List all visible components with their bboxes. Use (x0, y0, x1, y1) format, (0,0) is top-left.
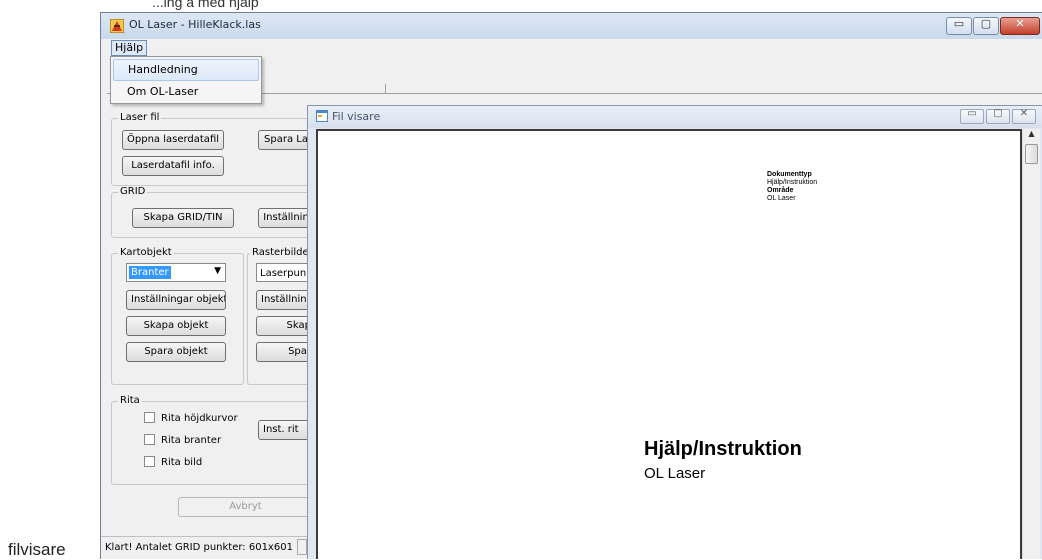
document-title: Hjälp/Instruktion (644, 438, 802, 460)
checkbox-rita-hojdkurvor[interactable]: Rita höjdkurvor (144, 412, 238, 425)
viewer-document-page[interactable]: Dokumenttyp Hjälp/Instruktion Område OL … (318, 131, 1020, 559)
inst-rita-button[interactable]: Inst. rit (258, 420, 314, 440)
checkbox-rita-branter[interactable]: Rita branter (144, 434, 221, 447)
group-label-kartobjekt: Kartobjekt (118, 247, 174, 259)
group-label-rita: Rita (118, 395, 142, 407)
minimize-icon: ▭ (967, 108, 977, 119)
checkbox-box[interactable] (144, 412, 155, 423)
viewer-minimize-button[interactable]: ▭ (960, 108, 984, 124)
cancel-button[interactable]: Avbryt (178, 497, 312, 517)
maximize-icon: ▢ (993, 108, 1003, 119)
viewer-titlebar[interactable]: Fil visare ▭ ▢ ✕ (308, 106, 1042, 128)
close-icon: ✕ (1015, 17, 1025, 30)
laserdata-info-button[interactable]: Laserdatafil info. (122, 156, 224, 176)
statusbar: Klart! Antalet GRID punkter: 601x601 (101, 536, 315, 559)
viewer-close-button[interactable]: ✕ (1012, 108, 1036, 124)
status-grip (296, 539, 307, 555)
close-icon: ✕ (1019, 108, 1029, 119)
viewer-scrollbar[interactable]: ▲ (1022, 129, 1040, 559)
save-objekt-button[interactable]: Spara objekt (126, 342, 226, 362)
viewer-document-frame: Dokumenttyp Hjälp/Instruktion Område OL … (316, 129, 1022, 559)
document-subtitle: OL Laser (644, 465, 706, 482)
app-titlebar[interactable]: OL Laser - HilleKlack.las ▭ ▢ ✕ (101, 13, 1042, 39)
kartobjekt-combo-value: Branter (129, 266, 171, 279)
ol-laser-app-icon (110, 19, 124, 33)
meta-label-omrade: Område (767, 187, 794, 194)
scroll-up-icon[interactable]: ▲ (1023, 129, 1040, 143)
group-label-grid: GRID (118, 186, 148, 198)
create-objekt-button[interactable]: Skapa objekt (126, 316, 226, 336)
chevron-down-icon: ▼ (214, 266, 221, 276)
checkbox-label: Rita höjdkurvor (161, 413, 238, 424)
fil-visare-window: Fil visare ▭ ▢ ✕ Dokumenttyp Hjälp/Instr… (307, 105, 1042, 559)
checkbox-label: Rita bild (161, 457, 203, 468)
group-grid: GRID Skapa GRID/TIN Inställnin (111, 186, 314, 238)
menu-item-handledning[interactable]: Handledning (113, 59, 259, 81)
group-kartobjekt: Kartobjekt Branter ▼ Inställningar objek… (111, 247, 244, 385)
menu-hjalp[interactable]: Hjälp (111, 40, 148, 56)
rasterbild-combo-value: Laserpunk (260, 268, 312, 279)
scrollbar-thumb[interactable] (1025, 144, 1038, 164)
document-meta: Dokumenttyp Hjälp/Instruktion Område OL … (767, 171, 817, 203)
viewer-maximize-button[interactable]: ▢ (986, 108, 1010, 124)
window-app-icon (316, 110, 328, 122)
group-rasterbilder: Rasterbilde Laserpunk Inställnin Skap Sp… (247, 247, 316, 385)
group-rita: Rita Rita höjdkurvor Rita branter Rita b… (111, 395, 314, 485)
group-label-laser-fil: Laser fil (118, 112, 162, 124)
app-title: OL Laser - HilleKlack.las (129, 18, 261, 31)
viewer-title: Fil visare (332, 110, 381, 123)
kartobjekt-combo[interactable]: Branter ▼ (126, 263, 226, 282)
open-laserdata-button[interactable]: Öppna laserdatafil (122, 130, 224, 150)
maximize-button[interactable]: ▢ (973, 17, 999, 35)
save-laser-button[interactable]: Spara La (258, 130, 314, 150)
group-laser-fil: Laser fil Öppna laserdatafil Spara La La… (111, 112, 314, 186)
menubar: Hjälp (101, 39, 1042, 56)
hjalp-dropdown-menu: Handledning Om OL-Laser (110, 56, 262, 104)
checkbox-label: Rita branter (161, 435, 222, 446)
minimize-icon: ▭ (953, 17, 965, 30)
grid-settings-button[interactable]: Inställnin (258, 208, 314, 228)
maximize-icon: ▢ (980, 17, 992, 30)
document-top-text: ...ing a med hjälp (152, 0, 259, 10)
status-text: Klart! Antalet GRID punkter: 601x601 (105, 542, 293, 553)
viewer-window-controls: ▭ ▢ ✕ (958, 108, 1036, 124)
group-label-rasterbilder: Rasterbilde (250, 247, 311, 259)
kartobjekt-settings-button[interactable]: Inställningar objekt (126, 290, 226, 310)
checkbox-box[interactable] (144, 456, 155, 467)
meta-value-omrade: OL Laser (767, 195, 796, 202)
checkbox-box[interactable] (144, 434, 155, 445)
menu-item-om-ol-laser[interactable]: Om OL-Laser (113, 81, 259, 103)
tabstrip-divider-tick (385, 84, 386, 94)
document-caption: filvisare (8, 540, 66, 559)
checkbox-rita-bild[interactable]: Rita bild (144, 456, 202, 469)
meta-label-dokumenttyp: Dokumenttyp (767, 171, 812, 178)
meta-value-dokumenttyp: Hjälp/Instruktion (767, 179, 818, 186)
minimize-button[interactable]: ▭ (946, 17, 972, 35)
window-controls: ▭ ▢ ✕ (945, 17, 1040, 35)
create-grid-button[interactable]: Skapa GRID/TIN (132, 208, 234, 228)
close-button[interactable]: ✕ (1000, 17, 1040, 35)
